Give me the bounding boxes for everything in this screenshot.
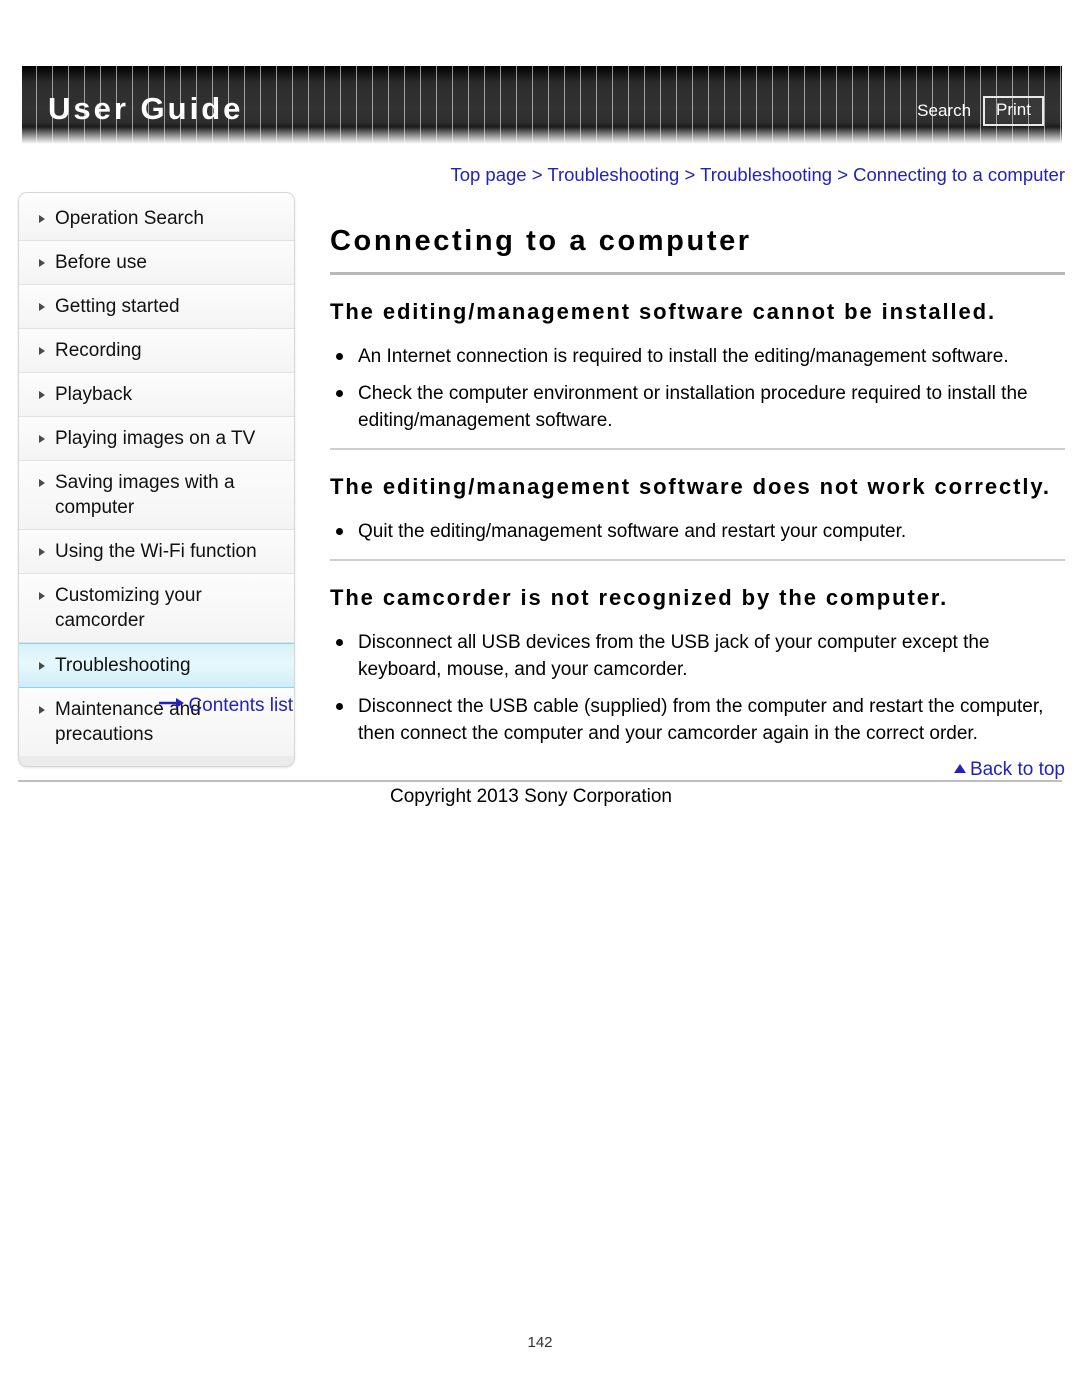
back-to-top-link[interactable]: Back to top [325,758,1065,782]
sidebar-item-label: Saving images with a computer [55,472,235,518]
sidebar-item-label: Playing images on a TV [55,428,256,449]
bullet-item: Disconnect the USB cable (supplied) from… [330,693,1065,747]
sidebar-item-operation-search[interactable]: Operation Search [19,197,294,241]
sidebar-item-recording[interactable]: Recording [19,329,294,373]
contents-list-label: Contents list [188,695,293,717]
bullet-list: Disconnect all USB devices from the USB … [325,629,1065,761]
content-section: The camcorder is not recognized by the c… [325,559,1065,761]
header-actions: Search Print [917,96,1044,126]
sidebar-item-label: Using the Wi-Fi function [55,541,257,562]
sidebar-item-label: Getting started [55,296,180,317]
main-content: Connecting to a computer The editing/man… [325,222,1065,761]
sidebar-item-getting-started[interactable]: Getting started [19,285,294,329]
sidebar-nav: Operation Search Before use Getting starte… [18,192,295,767]
bullet-list: An Internet connection is required to in… [325,343,1065,448]
triangle-right-icon [39,303,45,311]
triangle-right-icon [39,479,45,487]
search-button[interactable]: Search [917,101,971,121]
sidebar-item-label: Playback [55,384,133,405]
footer-divider [18,780,1062,782]
sidebar-item-label: Recording [55,340,142,361]
triangle-right-icon [39,215,45,223]
page-number: 142 [527,1334,553,1351]
sidebar-item-before-use[interactable]: Before use [19,241,294,285]
sidebar-item-playing-images-on-a-tv[interactable]: Playing images on a TV [19,417,294,461]
sidebar-item-label: Customizing your camcorder [55,585,202,631]
page-title: Connecting to a computer [330,222,1065,275]
triangle-right-icon [39,548,45,556]
breadcrumb[interactable]: Top page > Troubleshooting > Troubleshoo… [325,163,1065,187]
triangle-right-icon [39,662,45,670]
print-button[interactable]: Print [983,96,1044,126]
section-heading: The editing/management software does not… [330,448,1065,508]
triangle-right-icon [39,391,45,399]
app-title: User Guide [48,91,244,126]
triangle-right-icon [39,435,45,443]
content-section: The editing/management software cannot b… [325,275,1065,448]
bullet-item: Quit the editing/management software and… [330,518,1065,545]
triangle-right-icon [39,592,45,600]
sections-container: The editing/management software cannot b… [325,275,1065,761]
sidebar-item-label: Operation Search [55,208,204,229]
arrow-right-icon [159,692,185,716]
sidebar-item-label: Troubleshooting [55,655,191,676]
app-header: User Guide Search Print [22,66,1062,144]
triangle-up-icon [953,764,966,774]
bullet-item: An Internet connection is required to in… [330,343,1065,370]
back-to-top-label: Back to top [969,759,1065,780]
bullet-list: Quit the editing/management software and… [325,518,1065,559]
bullet-item: Disconnect all USB devices from the USB … [330,629,1065,683]
content-section: The editing/management software does not… [325,448,1065,559]
sidebar-item-using-the-wi-fi-function[interactable]: Using the Wi-Fi function [19,530,294,574]
section-heading: The camcorder is not recognized by the c… [330,559,1065,619]
contents-list-link[interactable]: Contents list [18,694,295,718]
sidebar-item-troubleshooting[interactable]: Troubleshooting [19,643,294,688]
copyright-text: Copyright 2013 Sony Corporation [390,786,673,807]
triangle-right-icon [39,347,45,355]
bullet-item: Check the computer environment or instal… [330,380,1065,434]
section-heading: The editing/management software cannot b… [330,299,997,324]
sidebar-item-customizing-your-camcorder[interactable]: Customizing your camcorder [19,574,294,643]
triangle-right-icon [39,259,45,267]
sidebar-item-saving-images-with-a-computer[interactable]: Saving images with a computer [19,461,294,530]
sidebar-item-playback[interactable]: Playback [19,373,294,417]
sidebar-item-label: Before use [55,252,147,273]
